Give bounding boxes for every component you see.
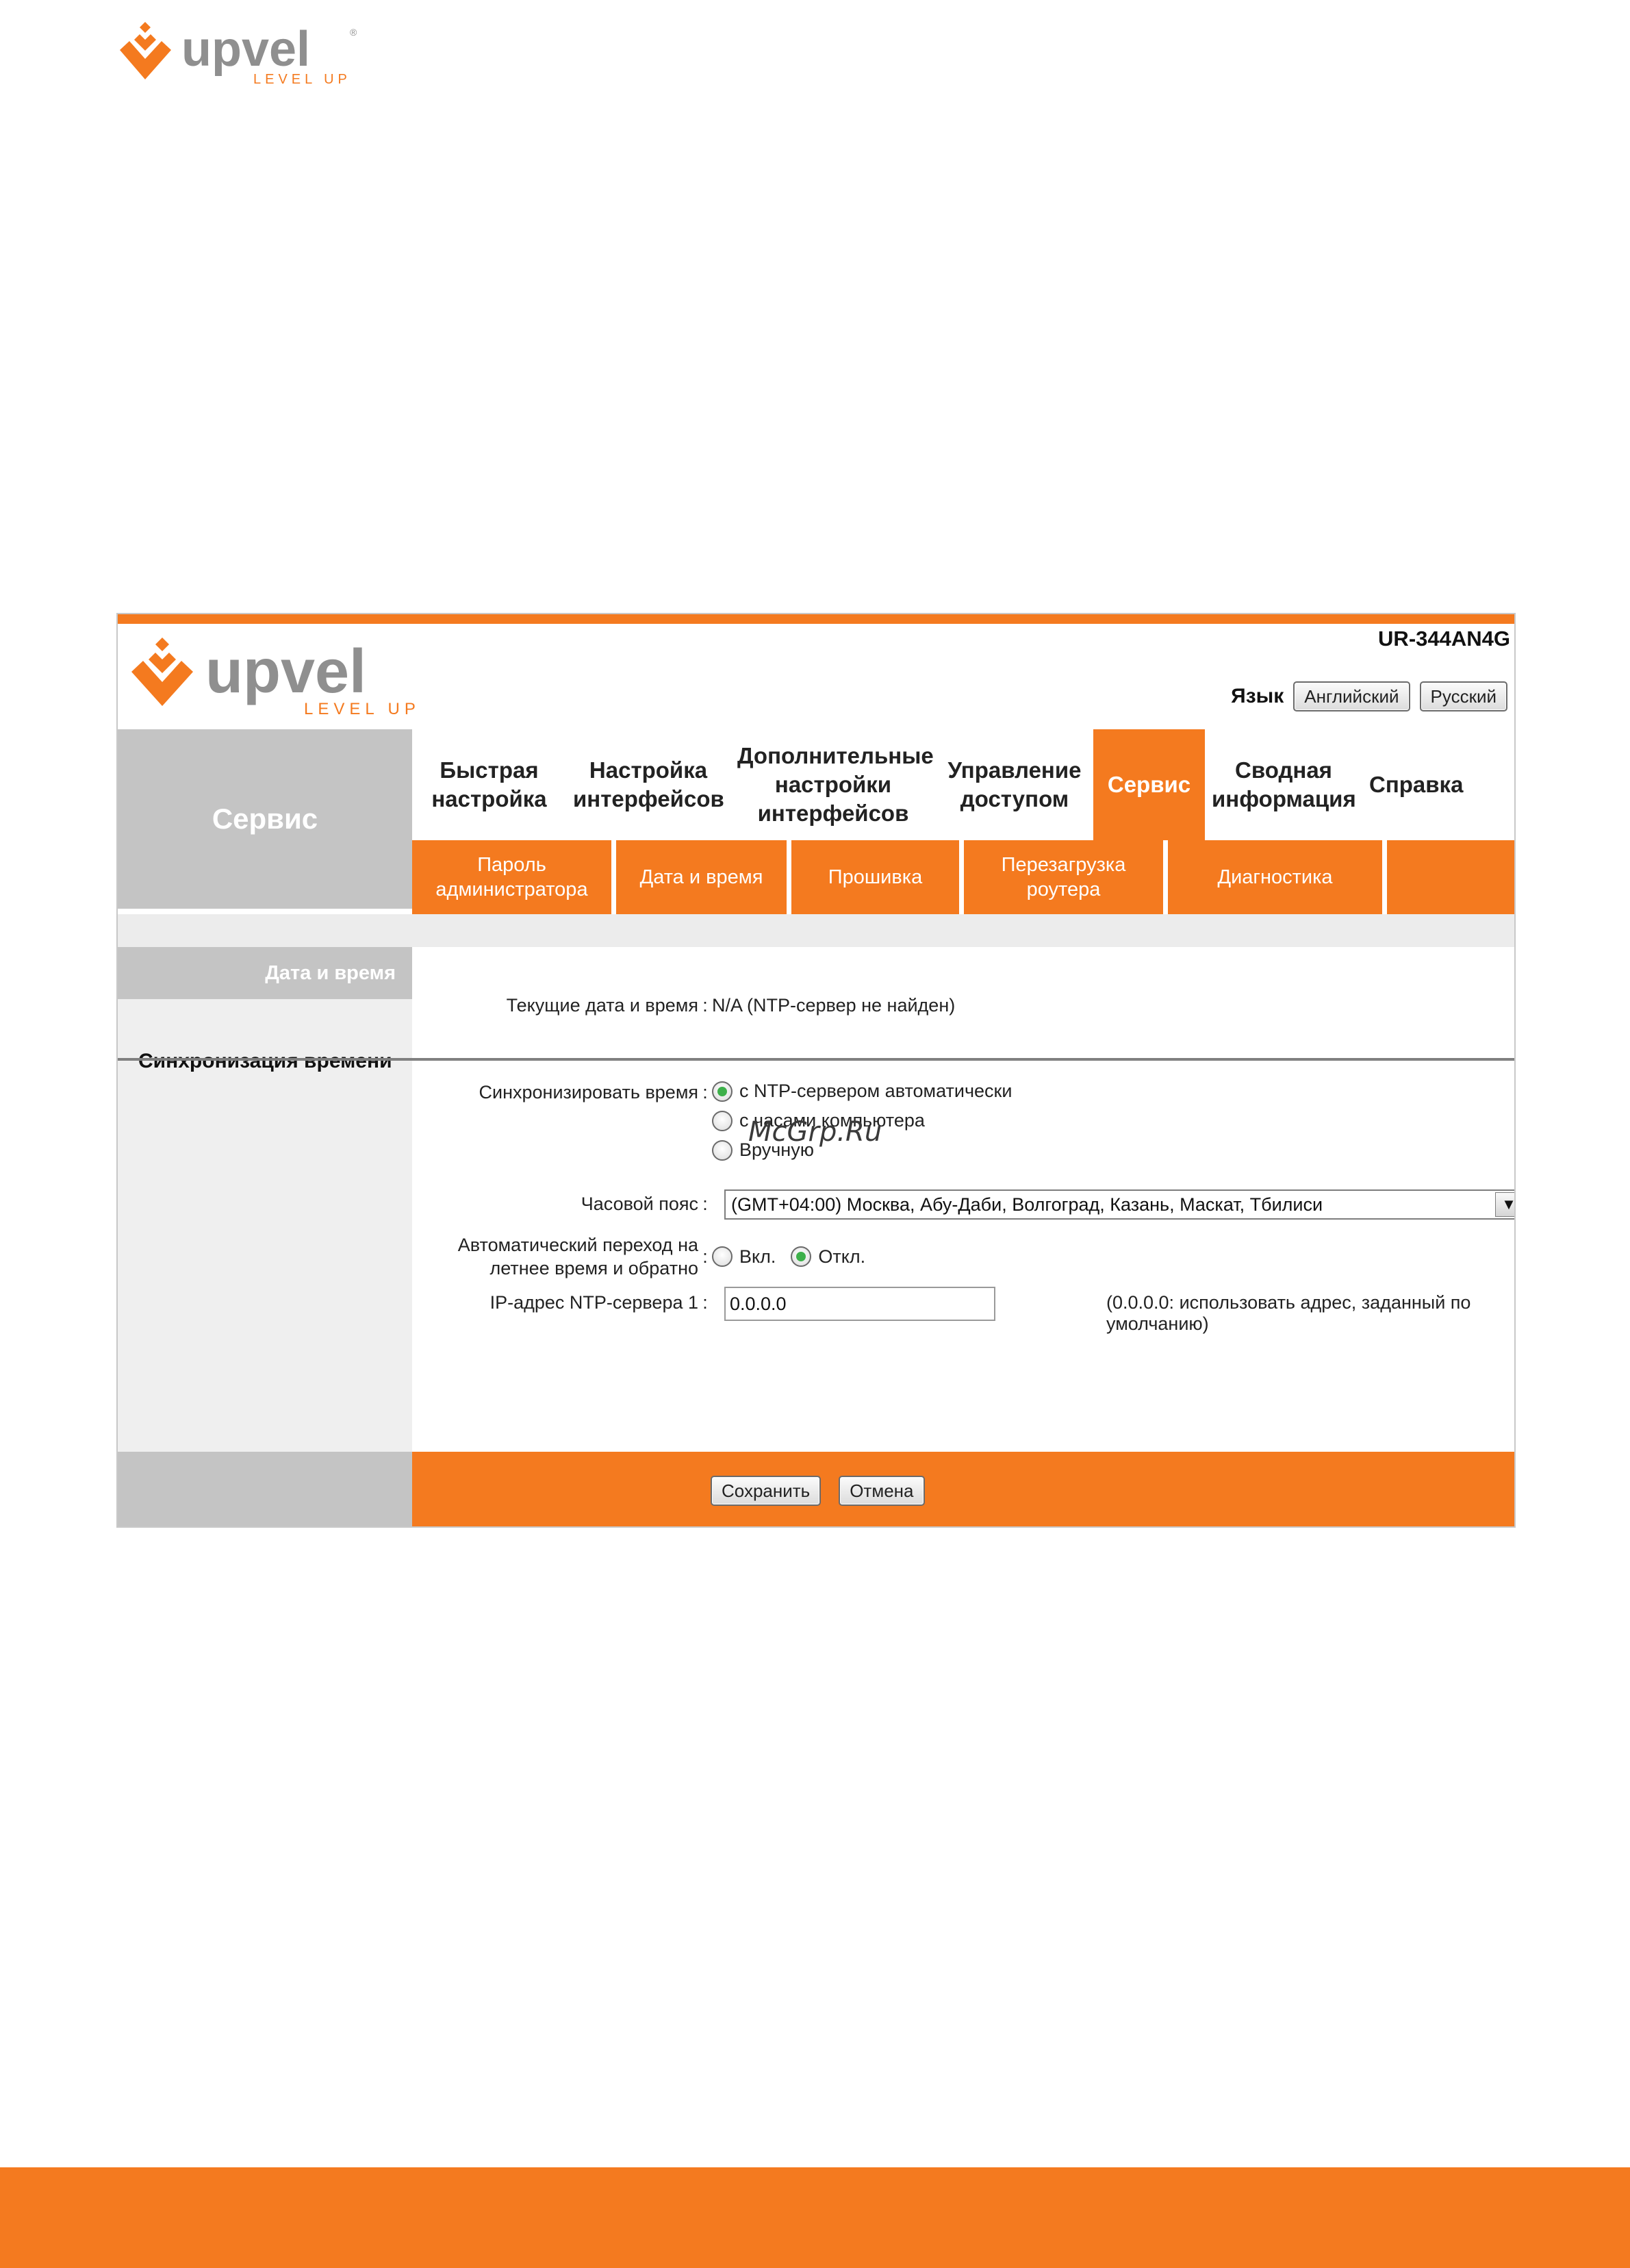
separator-band (118, 914, 1514, 947)
dst-off-radio[interactable]: Откл. (791, 1246, 865, 1268)
subnav-diagnostics[interactable]: Диагностика (1168, 840, 1387, 914)
lang-english-button[interactable]: Английский (1293, 681, 1410, 711)
date-time-form: Текущие дата и время : N/A (NTP-сервер н… (412, 947, 1514, 1455)
model-name: UR-344AN4G (1378, 627, 1510, 651)
current-datetime-value: N/A (NTP-сервер не найден) (712, 995, 956, 1016)
subnav-reboot[interactable]: Перезагрузка роутера (964, 840, 1168, 914)
router-logo-brand: upvel (205, 638, 366, 706)
nav-quick-setup[interactable]: Быстрая настройка (412, 756, 566, 814)
dst-label-line1: Автоматический переход на (457, 1235, 698, 1255)
subnav-admin-password[interactable]: Пароль администратора (412, 840, 616, 914)
sub-nav: Пароль администратора Дата и время Проши… (412, 840, 1514, 914)
page-logo-tagline: LEVEL UP (253, 72, 351, 87)
radio-checked-icon[interactable] (791, 1246, 812, 1267)
page-logo-brand: upvel (181, 22, 310, 77)
radio-checked-icon[interactable] (712, 1081, 733, 1102)
language-label: Язык (1231, 685, 1284, 707)
watermark: McGrp.Ru (748, 1116, 882, 1148)
upvel-logo-icon: upvel LEVEL UP (131, 638, 420, 718)
section-title: Сервис (212, 803, 318, 835)
page-logo: upvel ® LEVEL UP (116, 12, 370, 88)
subnav-empty (1387, 840, 1514, 914)
radio-unchecked-icon[interactable] (712, 1246, 733, 1267)
nav-maintenance[interactable]: Сервис (1093, 729, 1205, 840)
main-nav: Быстрая настройка Настройка интерфейсов … (412, 729, 1514, 840)
dst-label-line2: летнее время и обратно (489, 1258, 698, 1278)
footer-grey-panel (118, 1452, 412, 1526)
header-accent-line (118, 614, 1514, 624)
sync-row: Синхронизировать время : с NTP-сервером … (412, 1081, 1012, 1161)
nav-advanced-setup[interactable]: Дополнительные настройки интерфейсов (730, 742, 936, 828)
section-divider (412, 1058, 1514, 1061)
page-bottom-bar (0, 2167, 1630, 2268)
nav-status[interactable]: Сводная информация (1205, 756, 1362, 814)
dst-off-label: Откл. (818, 1246, 866, 1267)
timezone-label: Часовой пояс (581, 1194, 698, 1214)
chevron-down-icon[interactable]: ▼ (1495, 1192, 1514, 1217)
dst-on-radio[interactable]: Вкл. (712, 1246, 776, 1268)
upvel-logo-icon: upvel ® LEVEL UP (120, 22, 357, 87)
sidebar-divider (118, 1058, 412, 1061)
nav-help[interactable]: Справка (1362, 770, 1468, 799)
sidebar-subheading: Синхронизация времени (138, 1050, 392, 1072)
nav-access-management[interactable]: Управление доступом (936, 756, 1093, 814)
save-button[interactable]: Сохранить (711, 1475, 822, 1506)
ntp-label: IP-адрес NTP-сервера 1 (489, 1292, 698, 1313)
dst-label: Автоматический переход на летнее время и… (412, 1233, 698, 1280)
router-ui-frame: UR-344AN4G upvel LEVEL UP Язык Английски… (116, 613, 1516, 1528)
sidebar-heading: Дата и время (118, 947, 412, 999)
sync-ntp-label: с NTP-сервером автоматически (739, 1081, 1013, 1101)
sync-ntp-radio[interactable]: с NTP-сервером автоматически (712, 1081, 1012, 1102)
dst-row: Автоматический переход на летнее время и… (412, 1233, 865, 1280)
sync-label: Синхронизировать время (479, 1082, 698, 1102)
current-datetime-row: Текущие дата и время : N/A (NTP-сервер н… (412, 995, 956, 1016)
page-logo-registered: ® (350, 27, 357, 38)
section-panel: Сервис (118, 729, 412, 909)
timezone-row: Часовой пояс : (412, 1194, 712, 1215)
nav-interface-setup[interactable]: Настройка интерфейсов (566, 756, 730, 814)
radio-unchecked-icon[interactable] (712, 1110, 733, 1131)
footer-actions: Сохранить Отмена (412, 1452, 1514, 1526)
router-logo: upvel LEVEL UP (125, 629, 426, 722)
router-logo-tagline: LEVEL UP (304, 700, 420, 718)
lang-russian-button[interactable]: Русский (1419, 681, 1507, 711)
subnav-firmware[interactable]: Прошивка (791, 840, 964, 914)
ntp-hint: (0.0.0.0: использовать адрес, заданный п… (1106, 1292, 1471, 1334)
dst-on-label: Вкл. (739, 1246, 776, 1267)
timezone-select[interactable]: (GMT+04:00) Москва, Абу-Даби, Волгоград,… (724, 1189, 1514, 1220)
sidebar: Дата и время Синхронизация времени (118, 947, 412, 1455)
ntp-row: IP-адрес NTP-сервера 1 : (412, 1292, 712, 1313)
ntp-server-input[interactable] (724, 1287, 995, 1321)
current-datetime-label: Текущие дата и время (506, 995, 698, 1016)
radio-unchecked-icon[interactable] (712, 1139, 733, 1161)
language-switcher: Язык Английский Русский (1231, 681, 1507, 711)
timezone-selected: (GMT+04:00) Москва, Абу-Даби, Волгоград,… (731, 1194, 1323, 1215)
cancel-button[interactable]: Отмена (839, 1475, 925, 1506)
subnav-date-time[interactable]: Дата и время (616, 840, 791, 914)
